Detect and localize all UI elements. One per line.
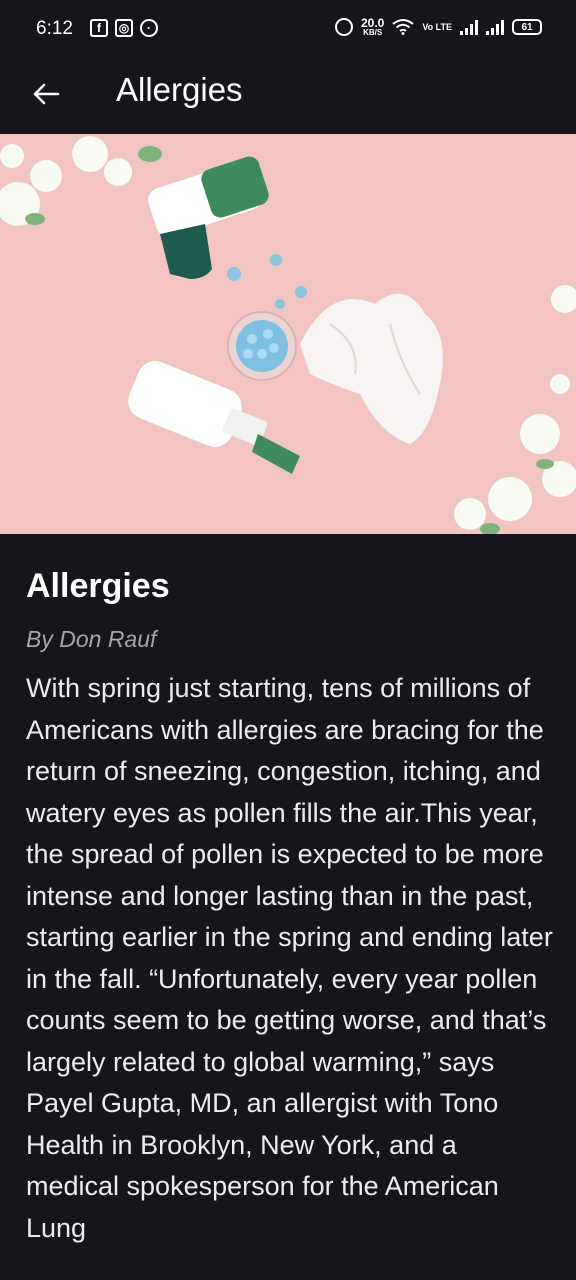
status-time: 6:12 bbox=[36, 18, 73, 39]
back-button[interactable] bbox=[22, 70, 70, 118]
football-icon: · bbox=[140, 19, 158, 37]
battery-icon: 61 bbox=[512, 19, 542, 35]
network-speed-unit: KB/S bbox=[363, 28, 383, 37]
app-bar: Allergies bbox=[0, 58, 576, 134]
arrow-left-icon bbox=[33, 83, 60, 105]
status-bar: 6:12 f ◎ · 20.0 KB/S Vo LTE 61 bbox=[0, 0, 576, 58]
article-hero-image bbox=[0, 134, 576, 534]
instagram-icon: ◎ bbox=[115, 19, 133, 37]
article-title: Allergies bbox=[26, 567, 170, 605]
page-title: Allergies bbox=[116, 71, 243, 108]
article-body: With spring just starting, tens of milli… bbox=[26, 673, 553, 1243]
article-content: Allergies By Don Rauf With spring just s… bbox=[26, 564, 556, 1249]
notification-icons: f ◎ · bbox=[90, 19, 158, 37]
signal-icon-1 bbox=[460, 19, 478, 35]
network-speed: 20.0 KB/S bbox=[361, 17, 384, 37]
pill-dish bbox=[227, 311, 297, 381]
signal-icon-2 bbox=[486, 19, 504, 35]
volte-indicator: Vo LTE bbox=[422, 21, 452, 32]
allergy-medication-illustration bbox=[0, 134, 576, 534]
alarm-icon bbox=[334, 18, 353, 36]
facebook-icon: f bbox=[90, 19, 108, 37]
article-author: By Don Rauf bbox=[26, 626, 157, 652]
wifi-icon bbox=[392, 19, 414, 35]
status-indicators: 20.0 KB/S Vo LTE 61 bbox=[334, 17, 542, 37]
